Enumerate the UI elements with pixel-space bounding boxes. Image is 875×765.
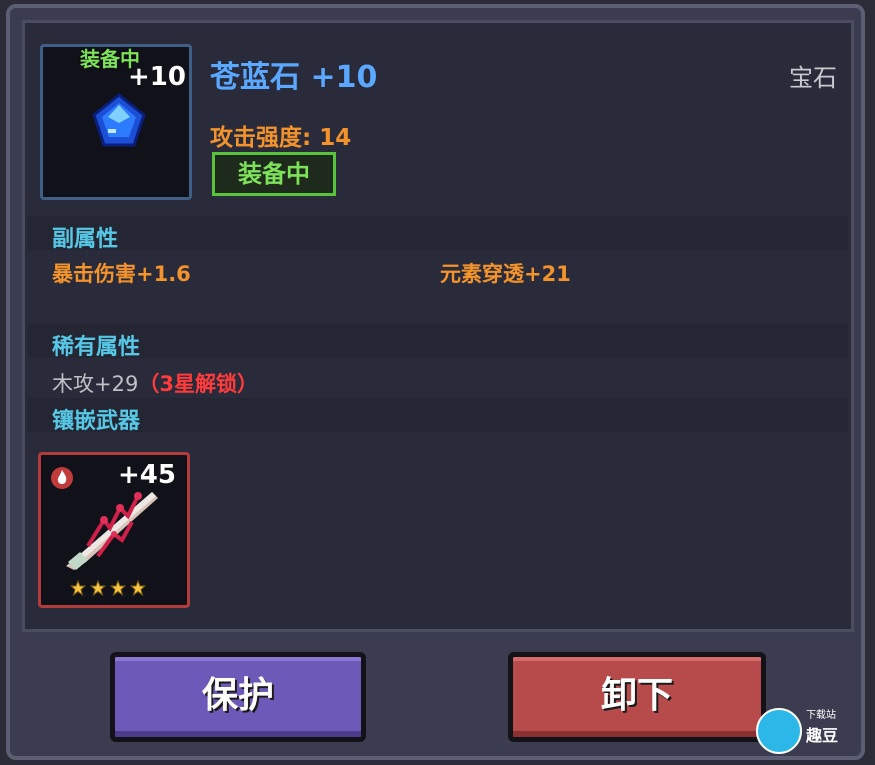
inlay-section-band — [28, 398, 848, 432]
star-icon — [70, 580, 86, 596]
star-icon — [90, 580, 106, 596]
sub-stat-element-penetration: 元素穿透+21 — [440, 262, 571, 286]
item-name-level: +10 — [310, 60, 378, 95]
weapon-sword-icon — [66, 492, 158, 570]
protect-button[interactable]: 保护 — [110, 652, 366, 742]
unequip-button[interactable]: 卸下 — [508, 652, 766, 742]
item-level: +10 — [128, 62, 186, 92]
watermark-small-text: 下载站 — [806, 710, 836, 721]
rare-stat: 木攻+29（3星解锁） — [52, 368, 258, 398]
watermark-logo-icon — [756, 708, 802, 754]
rare-stat-lock-note: （3星解锁） — [138, 372, 258, 396]
item-title: 苍蓝石 +10 — [210, 52, 377, 96]
item-category: 宝石 — [789, 64, 837, 92]
star-icon — [110, 580, 126, 596]
rare-stat-value: 木攻+29 — [52, 372, 139, 396]
site-watermark: 下载站 趣豆 — [756, 708, 856, 760]
watermark-text: 趣豆 — [806, 726, 839, 745]
rare-section-band — [28, 324, 848, 358]
secondary-section-band — [28, 216, 848, 250]
sub-stat-crit-damage: 暴击伤害+1.6 — [52, 262, 191, 286]
inlay-section-label: 镶嵌武器 — [52, 409, 141, 434]
item-name: 苍蓝石 — [210, 60, 300, 95]
secondary-section-label: 副属性 — [52, 227, 119, 252]
sapphire-gem-icon — [92, 93, 146, 147]
rare-section-label: 稀有属性 — [52, 335, 141, 360]
weapon-star-rating — [70, 580, 146, 598]
star-icon — [130, 580, 146, 596]
main-stat: 攻击强度: 14 — [210, 125, 352, 151]
equipped-badge: 装备中 — [212, 152, 336, 196]
